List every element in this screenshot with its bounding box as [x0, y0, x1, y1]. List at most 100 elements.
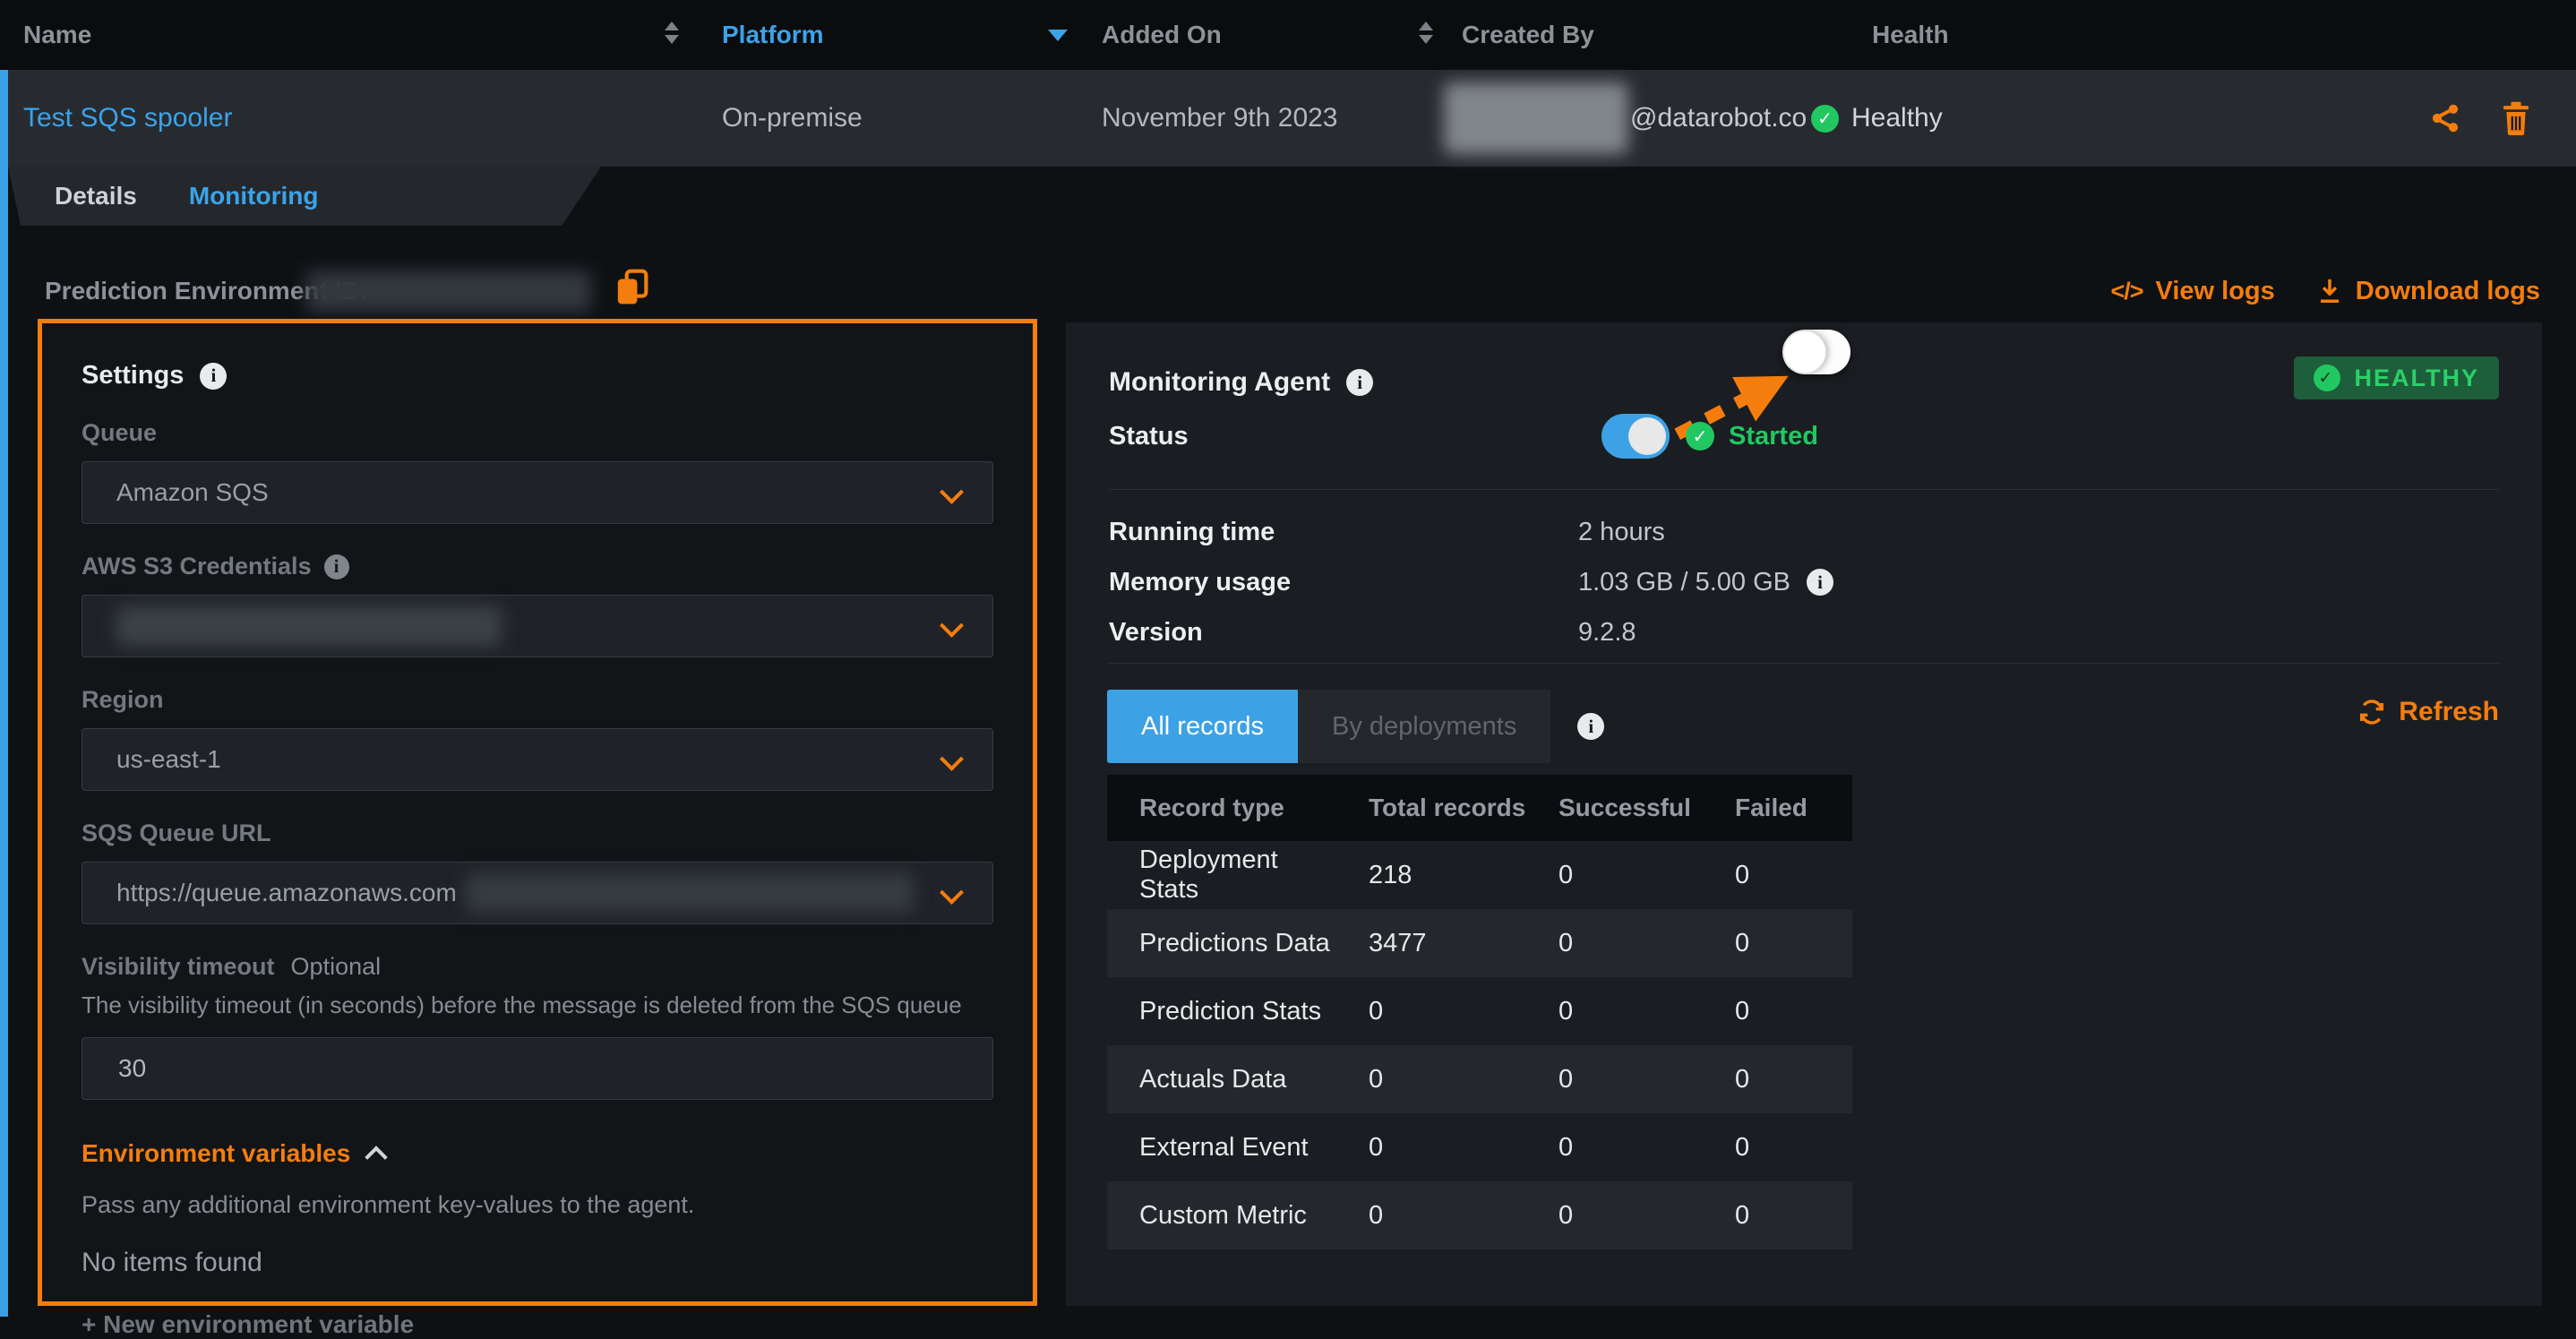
- refresh-label: Refresh: [2399, 697, 2499, 727]
- created-by-redacted: [1444, 82, 1628, 154]
- code-icon: </>: [2111, 278, 2143, 305]
- info-icon[interactable]: [1346, 369, 1373, 396]
- sqs-url-value: https://queue.amazonaws.com: [116, 879, 457, 907]
- region-select[interactable]: us-east-1: [82, 728, 993, 791]
- status-value-wrap: Started: [1686, 414, 1818, 459]
- aws-credentials-redacted: [116, 606, 502, 646]
- table-row: Predictions Data347700: [1107, 909, 1852, 977]
- copy-button[interactable]: [616, 269, 648, 311]
- queue-select[interactable]: Amazon SQS: [82, 461, 993, 524]
- sqs-url-redacted: [466, 873, 914, 913]
- health-check-icon: [1811, 105, 1839, 133]
- running-time-value: 2 hours: [1578, 518, 2184, 547]
- col-record-type: Record type: [1107, 775, 1336, 841]
- info-icon[interactable]: [200, 363, 227, 390]
- version-value: 9.2.8: [1578, 618, 2184, 648]
- download-logs-button[interactable]: Download logs: [2316, 277, 2540, 306]
- region-label: Region: [82, 686, 993, 714]
- aws-credentials-label: AWS S3 Credentials: [82, 553, 993, 580]
- divider: [1109, 489, 2499, 490]
- column-header-name[interactable]: Name: [23, 0, 91, 70]
- status-label: Status: [1109, 414, 1189, 459]
- log-actions: </> View logs Download logs: [2111, 270, 2541, 312]
- tab-by-deployments[interactable]: By deployments: [1298, 690, 1550, 763]
- agent-toggle-zoomed[interactable]: [1782, 330, 1850, 374]
- info-icon[interactable]: [1577, 713, 1604, 740]
- sort-icon[interactable]: [1419, 21, 1435, 44]
- visibility-timeout-input[interactable]: [116, 1053, 958, 1084]
- settings-title-row: Settings: [82, 361, 993, 391]
- chevron-down-icon: [940, 880, 964, 905]
- prediction-environment-id-redacted: [306, 270, 591, 312]
- sort-desc-icon[interactable]: [1048, 30, 1068, 41]
- table-row: Custom Metric000: [1107, 1181, 1852, 1249]
- started-check-icon: [1686, 422, 1714, 451]
- health-status: Healthy: [1811, 70, 1943, 167]
- toggle-knob: [1783, 330, 1826, 373]
- refresh-button[interactable]: Refresh: [2357, 697, 2499, 727]
- health-label: Healthy: [1851, 103, 1943, 133]
- table-row: Actuals Data000: [1107, 1045, 1852, 1113]
- running-time-row: Running time 2 hours: [1109, 507, 2184, 557]
- healthy-badge: HEALTHY: [2294, 356, 2500, 399]
- new-environment-variable-button[interactable]: + New environment variable: [82, 1310, 993, 1339]
- environment-variables-description: Pass any additional environment key-valu…: [82, 1191, 993, 1219]
- queue-value: Amazon SQS: [116, 478, 269, 507]
- chevron-down-icon: [940, 614, 964, 638]
- environment-variables-empty: No items found: [82, 1248, 993, 1278]
- listing-header: Name Platform Added On Created By Health: [0, 0, 2576, 70]
- detail-tabs: Details Monitoring: [8, 167, 601, 226]
- copy-icon: [616, 269, 648, 306]
- col-successful: Successful: [1526, 775, 1703, 841]
- visibility-timeout-field: [82, 1037, 993, 1100]
- info-icon[interactable]: [324, 554, 349, 579]
- environment-name-link[interactable]: Test SQS spooler: [23, 70, 232, 167]
- table-row: Deployment Stats21800: [1107, 841, 1852, 909]
- view-logs-button[interactable]: </> View logs: [2111, 277, 2275, 306]
- sort-icon[interactable]: [665, 21, 681, 44]
- tab-details[interactable]: Details: [55, 182, 137, 210]
- sqs-url-label: SQS Queue URL: [82, 820, 993, 847]
- environment-added-on: November 9th 2023: [1102, 70, 1338, 167]
- tab-all-records[interactable]: All records: [1107, 690, 1298, 763]
- tab-monitoring[interactable]: Monitoring: [189, 182, 319, 210]
- download-icon: [2316, 277, 2343, 305]
- version-row: Version 9.2.8: [1109, 607, 2184, 657]
- queue-label: Queue: [82, 419, 993, 447]
- optional-label: Optional: [291, 953, 382, 981]
- region-value: us-east-1: [116, 745, 221, 774]
- view-logs-label: View logs: [2156, 277, 2275, 306]
- delete-button[interactable]: [2501, 70, 2531, 167]
- visibility-timeout-label: Visibility timeout Optional: [82, 953, 993, 981]
- records-table: Record type Total records Successful Fai…: [1107, 775, 1852, 1249]
- table-row: External Event000: [1107, 1113, 1852, 1181]
- monitoring-panel: Monitoring Agent HEALTHY Status Started …: [1066, 322, 2542, 1306]
- share-icon: [2429, 102, 2461, 134]
- column-header-created-by: Created By: [1462, 0, 1594, 70]
- column-header-platform[interactable]: Platform: [722, 0, 824, 70]
- version-label: Version: [1109, 618, 1578, 648]
- agent-info-rows: Running time 2 hours Memory usage 1.03 G…: [1109, 507, 2184, 657]
- settings-title: Settings: [82, 361, 184, 391]
- memory-usage-row: Memory usage 1.03 GB / 5.00 GB: [1109, 557, 2184, 607]
- share-button[interactable]: [2429, 70, 2461, 167]
- visibility-timeout-description: The visibility timeout (in seconds) befo…: [82, 991, 993, 1019]
- table-row: Prediction Stats000: [1107, 977, 1852, 1045]
- environment-row[interactable]: Test SQS spooler On-premise November 9th…: [0, 70, 2576, 167]
- memory-usage-label: Memory usage: [1109, 568, 1578, 597]
- memory-usage-value: 1.03 GB / 5.00 GB: [1578, 568, 2184, 597]
- chevron-down-icon: [940, 480, 964, 504]
- environment-variables-title: Environment variables: [82, 1139, 350, 1168]
- created-by-domain: @datarobot.co: [1630, 70, 1807, 167]
- monitoring-agent-title: Monitoring Agent: [1109, 367, 1330, 398]
- column-header-health: Health: [1872, 0, 1949, 70]
- info-icon[interactable]: [1807, 569, 1833, 596]
- settings-panel: Settings Queue Amazon SQS AWS S3 Credent…: [38, 319, 1037, 1306]
- records-view-switch: All records By deployments: [1107, 690, 1604, 763]
- sqs-url-select[interactable]: https://queue.amazonaws.com: [82, 862, 993, 924]
- environment-variables-toggle[interactable]: Environment variables: [82, 1139, 993, 1168]
- agent-status-toggle[interactable]: [1601, 414, 1670, 459]
- aws-credentials-select[interactable]: [82, 595, 993, 657]
- column-header-added-on[interactable]: Added On: [1102, 0, 1222, 70]
- toggle-knob: [1628, 417, 1666, 455]
